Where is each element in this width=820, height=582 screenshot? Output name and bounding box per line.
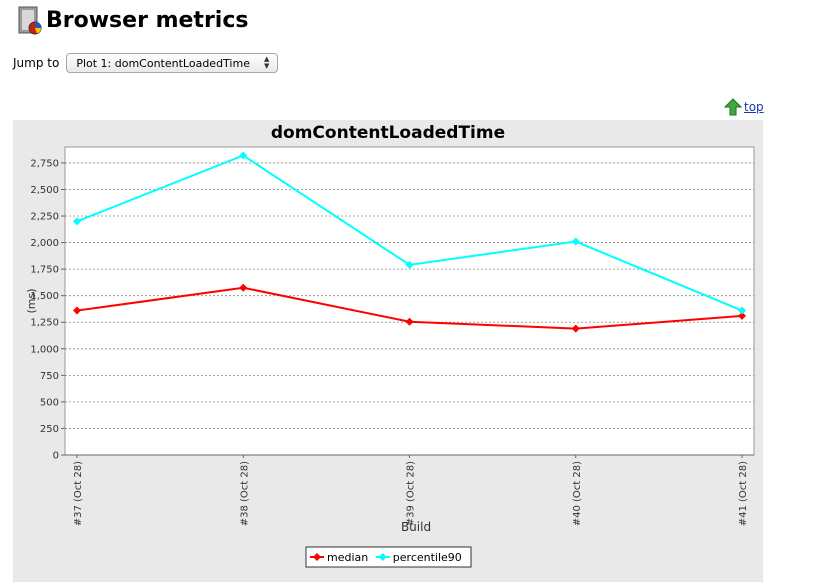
jump-to-label: Jump to bbox=[13, 56, 60, 70]
legend: median percentile90 bbox=[305, 546, 472, 568]
x-tick-label: #41 (Oct 28) bbox=[738, 461, 749, 526]
plot-select-dropdown[interactable]: Plot 1: domContentLoadedTime ▲ ▼ bbox=[66, 53, 279, 73]
y-tick-label: 250 bbox=[40, 424, 59, 435]
chart-svg: domContentLoadedTime 0 250 500 750 1,000 1,25… bbox=[25, 123, 755, 568]
y-tick-label: 500 bbox=[40, 397, 59, 408]
y-tick-label: 2,500 bbox=[30, 185, 59, 196]
y-tick-label: 2,250 bbox=[30, 212, 59, 223]
page-header: Browser metrics bbox=[18, 6, 248, 36]
legend-label-percentile90: percentile90 bbox=[393, 551, 462, 564]
y-tick-label: 1,250 bbox=[30, 318, 59, 329]
legend-label-median: median bbox=[327, 551, 368, 564]
y-tick-label: 2,750 bbox=[30, 158, 59, 169]
y-tick-label: 750 bbox=[40, 371, 59, 382]
browser-metrics-logo-icon bbox=[18, 6, 42, 35]
plot-area bbox=[64, 146, 755, 456]
jump-row: Jump to Plot 1: domContentLoadedTime ▲ ▼ bbox=[13, 53, 279, 73]
x-tick-label: #38 (Oct 28) bbox=[239, 461, 250, 526]
chart-title: domContentLoadedTime bbox=[271, 123, 505, 143]
top-link-text[interactable]: top bbox=[744, 100, 764, 114]
y-tick-label: 1,000 bbox=[30, 344, 59, 355]
y-axis-label: (ms) bbox=[25, 288, 38, 313]
x-axis: #37 (Oct 28) #38 (Oct 28) #39 (Oct 28) #40 … bbox=[73, 455, 749, 526]
x-tick-label: #39 (Oct 28) bbox=[406, 461, 417, 526]
x-tick-label: #37 (Oct 28) bbox=[73, 461, 84, 526]
x-axis-label: Build bbox=[401, 520, 431, 534]
plot-select-value: Plot 1: domContentLoadedTime bbox=[76, 56, 250, 70]
up-arrow-icon bbox=[724, 98, 742, 116]
chart-panel: domContentLoadedTime 0 250 500 750 1,000 1,25… bbox=[13, 120, 763, 582]
page-title: Browser metrics bbox=[46, 8, 249, 33]
select-arrows-icon: ▲ ▼ bbox=[263, 55, 270, 70]
y-tick-label: 0 bbox=[53, 451, 59, 462]
y-tick-label: 2,000 bbox=[30, 238, 59, 249]
x-tick-label: #40 (Oct 28) bbox=[572, 461, 583, 526]
top-link[interactable]: top bbox=[724, 98, 764, 116]
y-tick-label: 1,750 bbox=[30, 265, 59, 276]
